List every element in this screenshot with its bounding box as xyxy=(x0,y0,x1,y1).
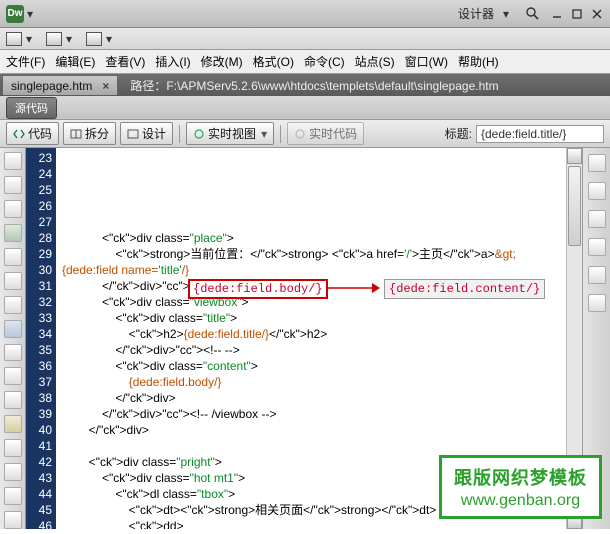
panel-button[interactable] xyxy=(588,266,606,284)
tool-button[interactable] xyxy=(4,296,22,314)
watermark: 跟版网织梦模板 www.genban.org xyxy=(439,455,602,519)
menubar: 文件(F) 编辑(E) 查看(V) 插入(I) 修改(M) 格式(O) 命令(C… xyxy=(0,50,610,74)
tab-label: singlepage.htm xyxy=(11,79,92,93)
titlebar: Dw ▾ 设计器 ▾ xyxy=(0,0,610,28)
layout-option[interactable] xyxy=(86,32,102,46)
panel-button[interactable] xyxy=(588,238,606,256)
maximize-button[interactable] xyxy=(570,7,584,21)
layout-switcher: ▾ ▾ ▾ xyxy=(0,28,610,50)
tool-button[interactable] xyxy=(4,439,22,457)
scroll-up-button[interactable] xyxy=(567,148,582,164)
live-view-button[interactable]: 实时视图▾ xyxy=(186,122,274,145)
live-code-button[interactable]: 实时代码 xyxy=(287,122,364,145)
file-tab[interactable]: singlepage.htm × xyxy=(2,75,118,95)
dropdown-icon[interactable]: ▾ xyxy=(27,7,33,21)
layout-option[interactable] xyxy=(46,32,62,46)
minimize-button[interactable] xyxy=(550,7,564,21)
dropdown-icon[interactable]: ▾ xyxy=(106,32,116,46)
window-buttons xyxy=(550,7,604,21)
highlight-box-target: {dede:field.content/} xyxy=(384,279,545,299)
tool-button[interactable] xyxy=(4,200,22,218)
source-code-button[interactable]: 源代码 xyxy=(6,97,57,119)
tool-button[interactable] xyxy=(4,272,22,290)
line-gutter: 2324252627282930313233343536373839404142… xyxy=(26,148,56,529)
tool-button[interactable] xyxy=(4,320,22,338)
file-path: 路径：F:\APMServ5.2.6\www\htdocs\templets\d… xyxy=(130,77,498,94)
panel-button[interactable] xyxy=(588,294,606,312)
tool-button[interactable] xyxy=(4,415,22,433)
menu-insert[interactable]: 插入(I) xyxy=(155,53,190,70)
search-icon[interactable] xyxy=(526,7,539,20)
tool-button[interactable] xyxy=(4,511,22,529)
tool-button[interactable] xyxy=(4,463,22,481)
tool-button[interactable] xyxy=(4,152,22,170)
menu-window[interactable]: 窗口(W) xyxy=(405,53,448,70)
close-button[interactable] xyxy=(590,7,604,21)
menu-modify[interactable]: 修改(M) xyxy=(201,53,243,70)
dropdown-icon[interactable]: ▾ xyxy=(503,7,509,21)
close-icon[interactable]: × xyxy=(102,79,109,93)
dropdown-icon[interactable]: ▾ xyxy=(26,32,36,46)
panel-button[interactable] xyxy=(588,182,606,200)
title-label: 标题: xyxy=(445,125,472,142)
tool-button[interactable] xyxy=(4,367,22,385)
tool-button[interactable] xyxy=(4,224,22,242)
watermark-line1: 跟版网织梦模板 xyxy=(454,464,587,490)
tool-button[interactable] xyxy=(4,248,22,266)
tool-button[interactable] xyxy=(4,391,22,409)
tool-button[interactable] xyxy=(4,176,22,194)
source-row: 源代码 xyxy=(0,96,610,120)
menu-edit[interactable]: 编辑(E) xyxy=(55,53,95,70)
highlight-box-source: {dede:field.body/} xyxy=(188,279,328,299)
menu-view[interactable]: 查看(V) xyxy=(105,53,145,70)
menu-site[interactable]: 站点(S) xyxy=(355,53,395,70)
layout-option[interactable] xyxy=(6,32,22,46)
menu-command[interactable]: 命令(C) xyxy=(304,53,345,70)
menu-file[interactable]: 文件(F) xyxy=(6,53,45,70)
design-view-button[interactable]: 设计 xyxy=(120,122,173,145)
code-view-button[interactable]: 代码 xyxy=(6,122,59,145)
tool-button[interactable] xyxy=(4,487,22,505)
panel-button[interactable] xyxy=(588,210,606,228)
title-input[interactable]: {dede:field.title/} xyxy=(476,125,604,143)
app-logo: Dw xyxy=(6,5,24,23)
tool-button[interactable] xyxy=(4,344,22,362)
watermark-line2: www.genban.org xyxy=(454,492,587,510)
workspace-selector[interactable]: 设计器 xyxy=(458,5,494,22)
menu-help[interactable]: 帮助(H) xyxy=(458,53,499,70)
split-view-button[interactable]: 拆分 xyxy=(63,122,116,145)
dropdown-icon[interactable]: ▾ xyxy=(66,32,76,46)
left-toolbar xyxy=(0,148,26,529)
view-toolbar: 代码 拆分 设计 实时视图▾ 实时代码 标题: {dede:field.titl… xyxy=(0,120,610,148)
menu-format[interactable]: 格式(O) xyxy=(253,53,294,70)
panel-button[interactable] xyxy=(588,154,606,172)
scroll-thumb[interactable] xyxy=(568,166,581,246)
document-tabs: singlepage.htm × 路径：F:\APMServ5.2.6\www\… xyxy=(0,74,610,96)
arrow-icon xyxy=(324,281,382,295)
